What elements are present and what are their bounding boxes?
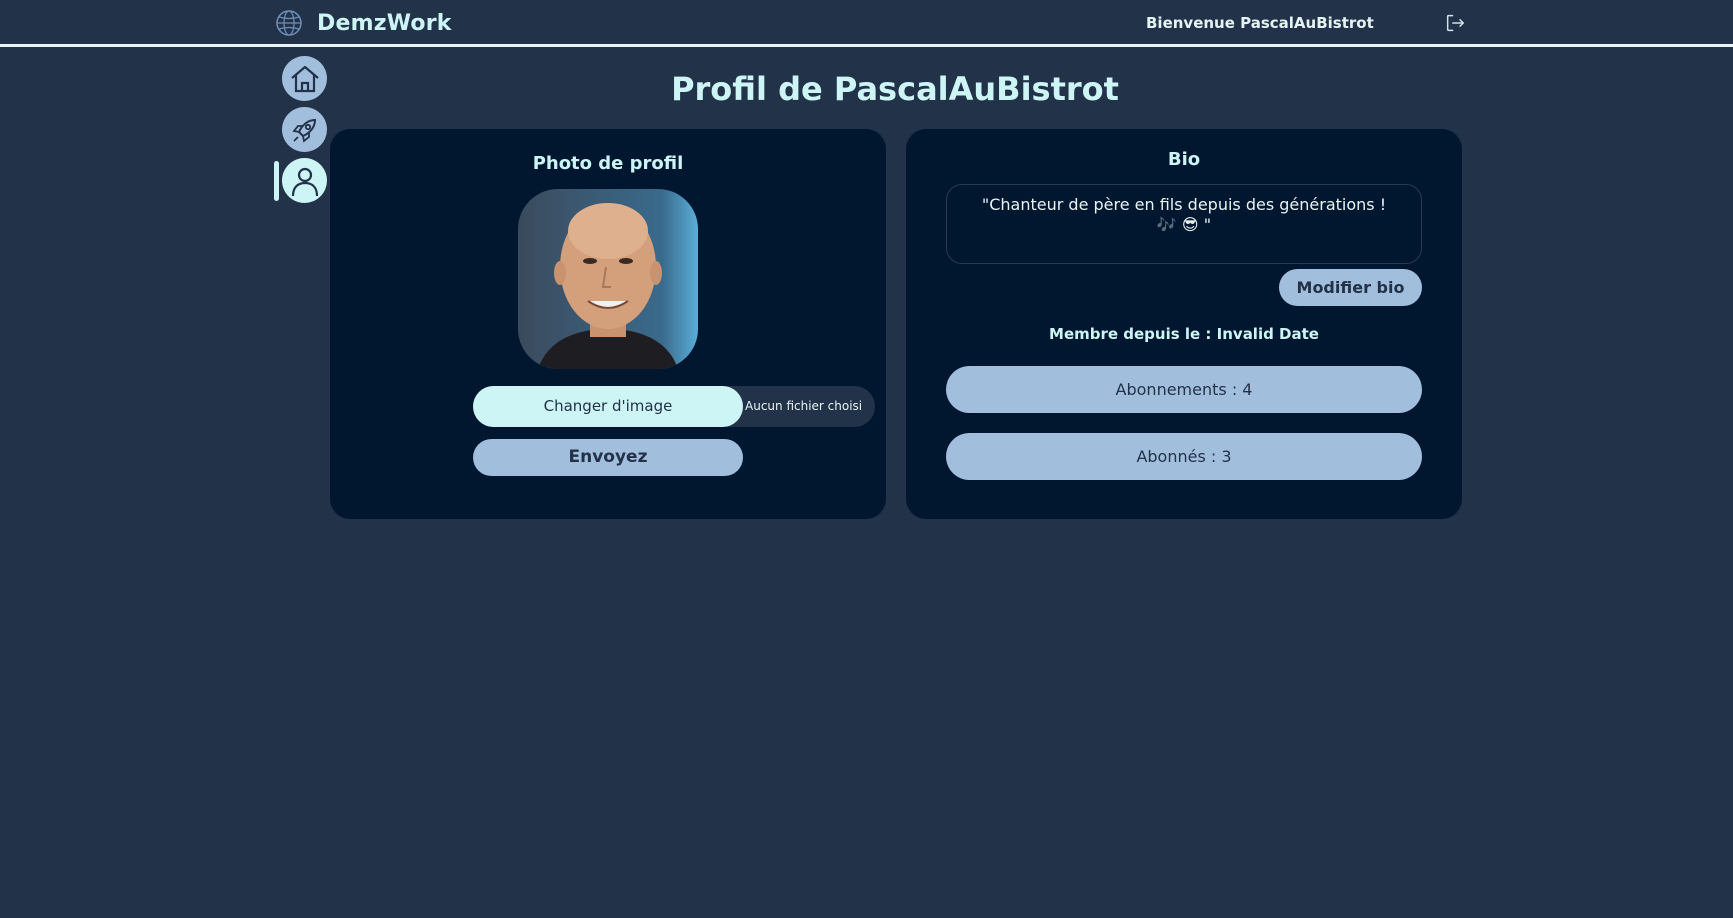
top-navbar: DemzWork Bienvenue PascalAuBistrot <box>0 0 1733 47</box>
welcome-text: Bienvenue PascalAuBistrot <box>1146 14 1374 32</box>
followers-button[interactable]: Abonnés : 3 <box>946 433 1422 480</box>
bio-text: "Chanteur de père en fils depuis des gén… <box>946 184 1422 264</box>
file-status-text: Aucun fichier choisi <box>745 399 863 413</box>
photo-heading: Photo de profil <box>532 153 684 174</box>
brand[interactable]: DemzWork <box>275 9 452 37</box>
sidebar-item-profile[interactable] <box>282 158 327 203</box>
active-indicator <box>274 161 279 201</box>
bio-card: Bio "Chanteur de père en fils depuis des… <box>906 129 1462 519</box>
edit-bio-button[interactable]: Modifier bio <box>1279 269 1422 306</box>
home-icon <box>290 65 319 92</box>
bio-heading: Bio <box>1167 149 1201 170</box>
rocket-icon <box>291 118 316 143</box>
page-title: Profil de PascalAuBistrot <box>671 70 1119 108</box>
brand-name: DemzWork <box>317 10 452 36</box>
logout-icon[interactable] <box>1444 12 1466 34</box>
profile-photo-card: Photo de profil Changer d'image Aucun fi… <box>330 129 886 519</box>
globe-logo-icon <box>276 10 302 36</box>
sidebar-item-explore[interactable] <box>282 107 327 152</box>
profile-photo <box>518 189 698 369</box>
user-icon <box>291 167 318 196</box>
send-button[interactable]: Envoyez <box>473 439 743 476</box>
subscriptions-button[interactable]: Abonnements : 4 <box>946 366 1422 413</box>
sidebar-item-home[interactable] <box>282 56 327 101</box>
change-image-button[interactable]: Changer d'image <box>473 386 743 427</box>
member-since-text: Membre depuis le : Invalid Date <box>1049 325 1319 343</box>
